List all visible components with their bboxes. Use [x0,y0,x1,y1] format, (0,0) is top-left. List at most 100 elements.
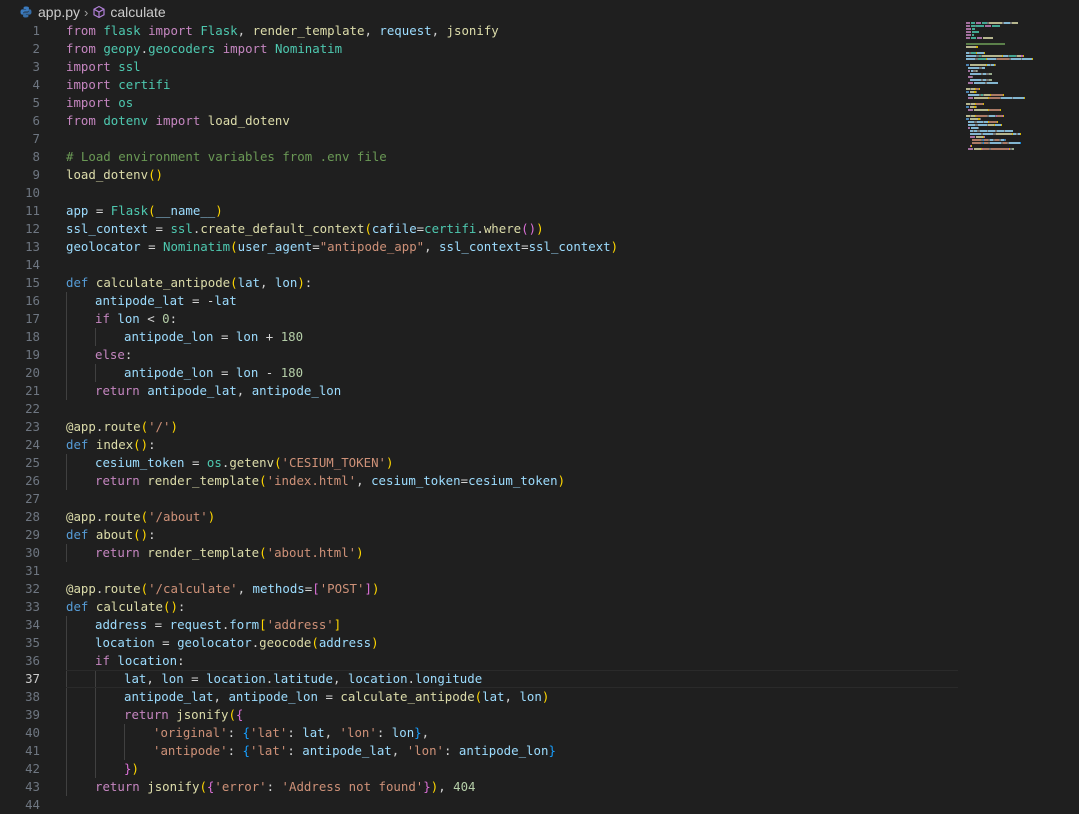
code-line[interactable]: 32 @app.route('/calculate', methods=['POS… [0,580,960,598]
minimap-token [1024,97,1026,99]
code-line[interactable]: 15 def calculate_antipode(lat, lon): [0,274,960,292]
code-line[interactable]: 8 # Load environment variables from .env … [0,148,960,166]
method-symbol-icon [92,5,106,19]
code-line[interactable]: 25 cesium_token = os.getenv('CESIUM_TOKEN… [0,454,960,472]
code-line[interactable]: 24 def index(): [0,436,960,454]
minimap-token [1001,124,1003,126]
minimap-token [974,82,986,84]
minimap-token [997,130,1005,132]
minimap-line [966,46,1066,48]
code-line[interactable]: 28 @app.route('/about') [0,508,960,526]
code-token: 180 [280,329,304,344]
code-line[interactable]: 16 antipode_lat = -lat [0,292,960,310]
code-token: if [95,653,110,668]
code-line[interactable]: 35 location = geolocator.geocode(address) [0,634,960,652]
code-token: : [124,347,133,362]
code-token: = [140,239,163,254]
code-line[interactable]: 27 [0,490,960,508]
code-line[interactable]: 42}) [0,760,960,778]
code-line[interactable]: 1 from flask import Flask, render_templat… [0,22,960,40]
code-token: cesium_token [468,473,558,488]
line-number: 4 [32,77,40,92]
code-line[interactable]: 31 [0,562,960,580]
code-line[interactable]: 6 from dotenv import load_dotenv [0,112,960,130]
indent-guide [66,328,67,346]
minimap-token [970,79,981,81]
minimap-token [984,52,986,54]
code-text: def calculate(): [66,598,185,616]
indent-guide [66,616,67,634]
indent-guide [124,724,125,742]
code-token: def [66,599,89,614]
code-line[interactable]: 2 from geopy.geocoders import Nominatim [0,40,960,58]
code-line[interactable]: 17 if lon < 0: [0,310,960,328]
code-line[interactable]: 20 antipode_lon = lon - 180 [0,364,960,382]
code-line[interactable]: 41 'antipode': {'lat': antipode_lat, 'lon… [0,742,960,760]
code-line[interactable]: 19 else: [0,346,960,364]
minimap-token [969,64,986,66]
code-text: if lon < 0: [95,310,177,328]
code-token: ) [371,635,379,650]
code-token: 404 [453,779,476,794]
code-line[interactable]: 44 [0,796,960,814]
code-line[interactable]: 12 ssl_context = ssl. create_default_conte… [0,220,960,238]
code-line[interactable]: 4 import certifi [0,76,960,94]
code-line[interactable]: 26 return render_template('index.html', c… [0,472,960,490]
code-editor[interactable]: 1 from flask import Flask, render_templat… [0,22,960,814]
code-line[interactable]: 21 return antipode_lat, antipode_lon [0,382,960,400]
code-line[interactable]: 29 def about(): [0,526,960,544]
code-line[interactable]: 38 antipode_lat, antipode_lon = calculate… [0,688,960,706]
minimap-token [968,94,979,96]
code-line[interactable]: 10 [0,184,960,202]
code-line[interactable]: 43 return jsonify({'error': 'Address not … [0,778,960,796]
minimap-token [1031,58,1033,60]
code-text: antipode_lon = lon + 180 [124,328,303,346]
code-line[interactable]: 3 import ssl [0,58,960,76]
code-line[interactable]: 11 app = Flask(__name__) [0,202,960,220]
breadcrumb-file[interactable]: app.py [38,4,80,20]
code-line[interactable]: 5 import os [0,94,960,112]
indent-guide [66,652,67,670]
code-token: antipode_lat [147,383,237,398]
code-line[interactable]: 22 [0,400,960,418]
code-token: ) [610,239,619,254]
code-line[interactable]: 13 geolocator = Nominatim(user_agent="ant… [0,238,960,256]
code-line[interactable]: 40 'original': {'lat': lat, 'lon': lon}, [0,724,960,742]
minimap-token [972,28,976,30]
code-line[interactable]: 34 address = request.form['address'] [0,616,960,634]
minimap-line [966,139,1066,141]
code-token: render_template [147,545,260,560]
code-token: index [95,437,134,452]
code-line[interactable]: 23 @app.route('/') [0,418,960,436]
code-token: = [317,689,341,704]
minimap[interactable] [966,22,1066,150]
indent-guide [66,364,67,382]
breadcrumb-symbol[interactable]: calculate [110,4,165,20]
code-token: 'about.html' [266,545,357,560]
code-line[interactable]: 33 def calculate(): [0,598,960,616]
code-line[interactable]: 14 [0,256,960,274]
code-token: antipode_lon [124,329,214,344]
code-line[interactable]: 39 return jsonify({ [0,706,960,724]
code-line[interactable]: 7 [0,130,960,148]
code-token: import [66,95,111,110]
code-line[interactable]: 9 load_dotenv() [0,166,960,184]
code-token: calculate_antipode [340,689,475,704]
code-token: antipode_lat [95,293,185,308]
code-token: lat [482,689,505,704]
code-token: request [169,617,222,632]
indent-guide [95,760,96,778]
code-line[interactable]: 30 return render_template('about.html') [0,544,960,562]
code-line[interactable]: 36 if location: [0,652,960,670]
code-line[interactable]: 37 lat, lon = location.latitude, location… [0,670,960,688]
code-token: from [66,113,96,128]
minimap-line [966,58,1066,60]
minimap-line [966,151,1066,153]
code-text: import os [66,94,133,112]
code-line[interactable]: 18 antipode_lon = lon + 180 [0,328,960,346]
code-token: 'lon' [339,725,377,740]
code-token: ( [230,275,238,290]
code-text: @app.route('/') [66,418,178,436]
code-token: if [95,311,110,326]
